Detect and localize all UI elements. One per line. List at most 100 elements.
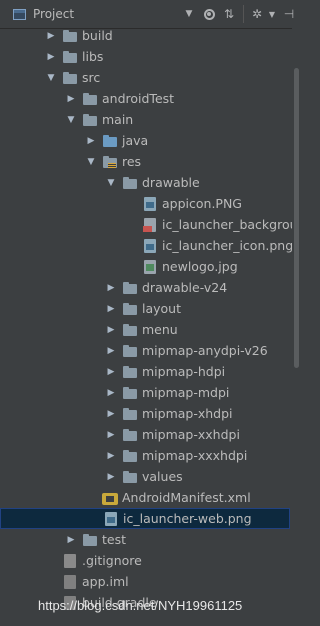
- tree-row[interactable]: .gitignore: [0, 550, 290, 571]
- tree-row-label: drawable-v24: [142, 280, 228, 295]
- folder-icon: [62, 28, 78, 44]
- folder-icon: [122, 385, 138, 401]
- collapsed-arrow-icon[interactable]: ▶: [64, 535, 78, 545]
- tree-row-label: AndroidManifest.xml: [122, 490, 251, 505]
- tree-row[interactable]: ▼ src: [0, 67, 290, 88]
- expanded-arrow-icon[interactable]: ▼: [104, 178, 118, 188]
- image-file-icon: [142, 259, 158, 275]
- gear-dropdown-icon[interactable]: ▼: [266, 4, 278, 24]
- tree-row-label: menu: [142, 322, 178, 337]
- folder-icon: [122, 343, 138, 359]
- collapsed-arrow-icon[interactable]: ▶: [104, 388, 118, 398]
- tree-row[interactable]: ic_launcher_background.xml: [0, 214, 300, 235]
- tree-row[interactable]: ▶ test: [0, 529, 290, 550]
- tree-row[interactable]: ▶ layout: [0, 298, 290, 319]
- tree-row[interactable]: ic_launcher_icon.png: [0, 235, 294, 256]
- tree-row-label: newlogo.jpg: [162, 259, 238, 274]
- image-file-icon: [103, 511, 119, 527]
- xml-file-icon: [142, 217, 158, 233]
- collapsed-arrow-icon[interactable]: ▶: [104, 367, 118, 377]
- expanded-arrow-icon[interactable]: ▼: [44, 73, 58, 83]
- watermark-text: https://blog.csdn.net/NYH19961125: [38, 598, 243, 613]
- hide-panel-icon[interactable]: ⊣: [278, 4, 300, 24]
- project-tree: ▶ build ▶ libs ▼ src ▶ androidTest ▼ main ▶ java ▼ re…: [0, 28, 300, 626]
- project-view-selector[interactable]: Project: [4, 5, 74, 23]
- collapsed-arrow-icon[interactable]: ▶: [104, 304, 118, 314]
- folder-icon: [122, 448, 138, 464]
- tree-row[interactable]: appicon.PNG: [0, 193, 290, 214]
- folder-icon: [82, 91, 98, 107]
- folder-icon: [62, 70, 78, 86]
- resource-folder-icon: [102, 154, 118, 170]
- tree-row[interactable]: ▶ mipmap-xxxhdpi: [0, 445, 290, 466]
- project-tool-window: Project ▼ ⇅ ✲ ▼ ⊣ ▶ build ▶ libs ▼ src ▶ androi…: [0, 0, 300, 626]
- collapsed-arrow-icon[interactable]: ▶: [104, 409, 118, 419]
- tree-row[interactable]: AndroidManifest.xml: [0, 487, 290, 508]
- tree-row[interactable]: app.iml: [0, 571, 290, 592]
- tree-row[interactable]: ▼ drawable: [0, 172, 290, 193]
- tree-row-label: mipmap-xhdpi: [142, 406, 233, 421]
- source-folder-icon: [102, 133, 118, 149]
- manifest-file-icon: [102, 490, 118, 506]
- collapsed-arrow-icon[interactable]: ▶: [104, 283, 118, 293]
- toolbar-divider: [243, 5, 244, 23]
- folder-icon: [122, 469, 138, 485]
- tree-row-label: main: [102, 112, 134, 127]
- tree-row-label: mipmap-xxhdpi: [142, 427, 240, 442]
- tree-row[interactable]: ▶ menu: [0, 319, 290, 340]
- folder-icon: [122, 175, 138, 191]
- tree-row[interactable]: ▶ values: [0, 466, 290, 487]
- tree-row[interactable]: ▶ mipmap-mdpi: [0, 382, 290, 403]
- tree-row-label: build: [82, 28, 113, 43]
- tree-row-label: res: [122, 154, 142, 169]
- expanded-arrow-icon[interactable]: ▼: [84, 157, 98, 167]
- tree-row[interactable]: ic_launcher-web.png: [0, 508, 290, 529]
- folder-icon: [82, 112, 98, 128]
- folder-icon: [122, 406, 138, 422]
- expanded-arrow-icon[interactable]: ▼: [64, 115, 78, 125]
- collapsed-arrow-icon[interactable]: ▶: [44, 31, 58, 41]
- image-file-icon: [142, 196, 158, 212]
- tree-row-label: src: [82, 70, 101, 85]
- collapsed-arrow-icon[interactable]: ▶: [104, 346, 118, 356]
- collapsed-arrow-icon[interactable]: ▶: [104, 451, 118, 461]
- tree-row[interactable]: ▶ mipmap-xhdpi: [0, 403, 290, 424]
- collapsed-arrow-icon[interactable]: ▶: [44, 52, 58, 62]
- collapsed-arrow-icon[interactable]: ▶: [64, 94, 78, 104]
- tree-row-label: values: [142, 469, 183, 484]
- tree-row[interactable]: ▶ mipmap-hdpi: [0, 361, 290, 382]
- tree-row[interactable]: ▶ androidTest: [0, 88, 290, 109]
- collapse-all-icon[interactable]: ⇅: [219, 4, 239, 24]
- header-toolbar: ▼ ⇅ ✲ ▼ ⊣: [179, 4, 300, 24]
- tree-row-label: test: [102, 532, 127, 547]
- tree-row-label: ic_launcher_icon.png: [162, 238, 294, 253]
- tree-row[interactable]: ▶ build: [0, 28, 290, 46]
- folder-icon: [122, 301, 138, 317]
- tree-row[interactable]: ▶ libs: [0, 46, 290, 67]
- tree-row[interactable]: ▶ mipmap-anydpi-v26: [0, 340, 290, 361]
- tree-row[interactable]: ▶ drawable-v24: [0, 277, 290, 298]
- tree-row[interactable]: newlogo.jpg: [0, 256, 290, 277]
- scrollbar-thumb[interactable]: [294, 68, 299, 368]
- collapsed-arrow-icon[interactable]: ▶: [104, 325, 118, 335]
- tree-row[interactable]: ▶ mipmap-xxhdpi: [0, 424, 290, 445]
- folder-icon: [122, 427, 138, 443]
- collapsed-arrow-icon[interactable]: ▶: [104, 430, 118, 440]
- tree-row-label: layout: [142, 301, 182, 316]
- gear-icon[interactable]: ✲: [248, 4, 266, 24]
- tree-row-label: appicon.PNG: [162, 196, 242, 211]
- vertical-scrollbar[interactable]: [292, 28, 300, 626]
- tree-row[interactable]: ▼ res: [0, 151, 290, 172]
- tree-row-label: libs: [82, 49, 104, 64]
- tree-row-label: mipmap-xxxhdpi: [142, 448, 248, 463]
- tree-row[interactable]: ▼ main: [0, 109, 290, 130]
- image-file-icon: [142, 238, 158, 254]
- project-icon: [13, 8, 26, 20]
- tree-row-label: mipmap-anydpi-v26: [142, 343, 268, 358]
- collapsed-arrow-icon[interactable]: ▶: [84, 136, 98, 146]
- tree-row[interactable]: ▶ java: [0, 130, 290, 151]
- collapsed-arrow-icon[interactable]: ▶: [104, 472, 118, 482]
- tree-row-label: mipmap-mdpi: [142, 385, 230, 400]
- locate-target-icon[interactable]: [199, 4, 219, 24]
- chevron-down-icon[interactable]: ▼: [179, 4, 199, 24]
